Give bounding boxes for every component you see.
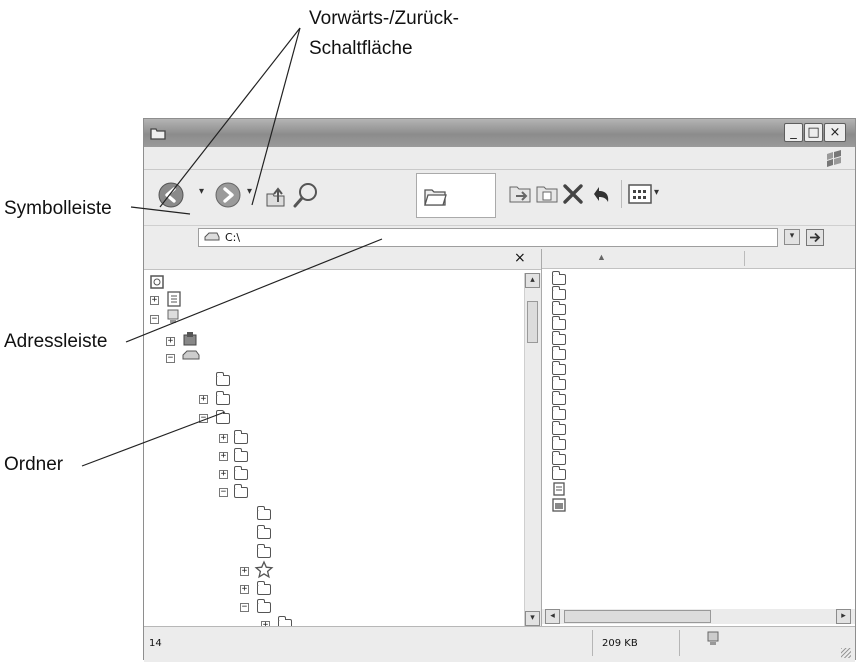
leader-line-toolbar [130,206,191,215]
leader-line-forward-button [251,27,301,206]
leader-line-back-button [159,27,301,208]
leader-line-folders [81,411,226,467]
callout-lines [81,27,383,467]
leader-line-address-bar [125,238,383,343]
